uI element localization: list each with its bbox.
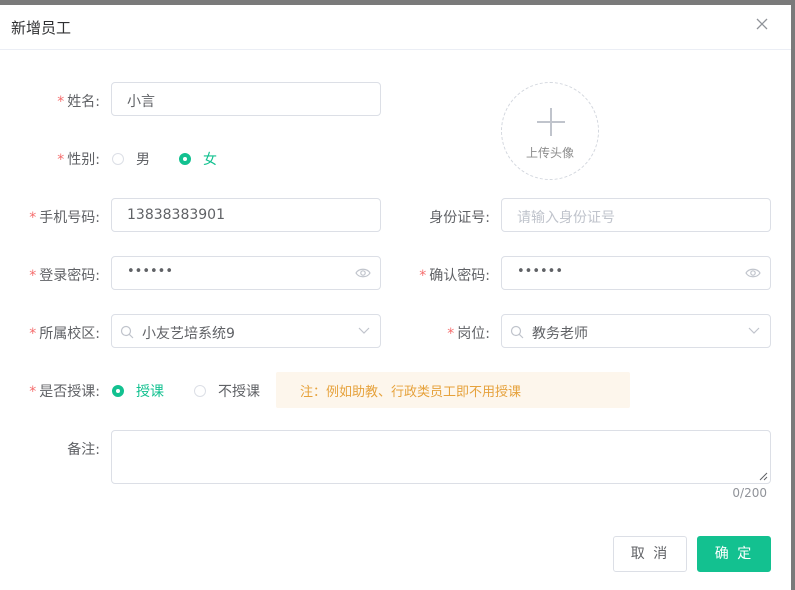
confirm-button[interactable]: 确 定 [697, 536, 771, 572]
gender-label: * 性别: [57, 152, 100, 168]
confirm-password-label: * 确认密码: [419, 268, 490, 284]
chevron-down-icon [748, 327, 760, 334]
confirm-password-input[interactable]: •••••• [501, 256, 771, 290]
name-input[interactable]: 小言 [111, 82, 381, 116]
eye-icon[interactable] [745, 267, 761, 279]
gender-radio-female[interactable]: 女 [179, 149, 217, 169]
close-icon[interactable] [755, 17, 769, 31]
backdrop-edge [791, 0, 795, 590]
remark-counter: 0/200 [732, 486, 767, 500]
cancel-button[interactable]: 取 消 [613, 536, 687, 572]
radio-circle-checked [179, 153, 191, 165]
dialog-header: 新增员工 [0, 5, 791, 50]
resize-handle-icon[interactable] [758, 471, 768, 481]
search-icon [120, 325, 134, 339]
dialog-title: 新增员工 [11, 19, 72, 37]
avatar-upload-label: 上传头像 [525, 146, 574, 160]
teaching-radio-yes[interactable]: 授课 [112, 381, 164, 401]
teaching-radio-no[interactable]: 不授课 [194, 381, 260, 401]
confirm-password-value: •••••• [517, 264, 564, 279]
gender-radio-male[interactable]: 男 [112, 149, 150, 169]
phone-value: 13838383901 [127, 207, 225, 223]
chevron-down-icon [358, 327, 370, 334]
campus-label: * 所属校区: [29, 326, 100, 342]
avatar-upload[interactable]: 上传头像 [501, 82, 599, 180]
id-card-label: 身份证号: [429, 210, 490, 226]
radio-circle-checked [112, 385, 124, 397]
radio-circle [194, 385, 206, 397]
radio-circle [112, 153, 124, 165]
campus-select[interactable]: 小友艺培系统9 [111, 314, 381, 348]
name-label: * 姓名: [57, 94, 100, 110]
campus-value: 小友艺培系统9 [142, 326, 235, 342]
password-input[interactable]: •••••• [111, 256, 381, 290]
remark-label: 备注: [67, 442, 100, 458]
password-value: •••••• [127, 264, 174, 279]
position-select[interactable]: 教务老师 [501, 314, 771, 348]
position-label: * 岗位: [447, 326, 490, 342]
search-icon [510, 325, 524, 339]
add-employee-dialog: 新增员工 * 姓名: 小言 * 性别: 男 女 上传头像 * 手机号码: 138383… [0, 5, 791, 590]
name-value: 小言 [127, 94, 155, 110]
remark-textarea[interactable] [111, 430, 771, 484]
id-card-placeholder: 请输入身份证号 [517, 210, 615, 226]
id-card-input[interactable]: 请输入身份证号 [501, 198, 771, 232]
teaching-label: * 是否授课: [29, 384, 100, 400]
teaching-note: 注：例如助教、行政类员工即不用授课 [276, 372, 630, 408]
phone-input[interactable]: 13838383901 [111, 198, 381, 232]
plus-icon [537, 108, 565, 136]
password-label: * 登录密码: [29, 268, 100, 284]
teaching-note-text: 注：例如助教、行政类员工即不用授课 [300, 385, 522, 400]
eye-icon[interactable] [355, 267, 371, 279]
position-value: 教务老师 [532, 326, 588, 342]
phone-label: * 手机号码: [29, 210, 100, 226]
